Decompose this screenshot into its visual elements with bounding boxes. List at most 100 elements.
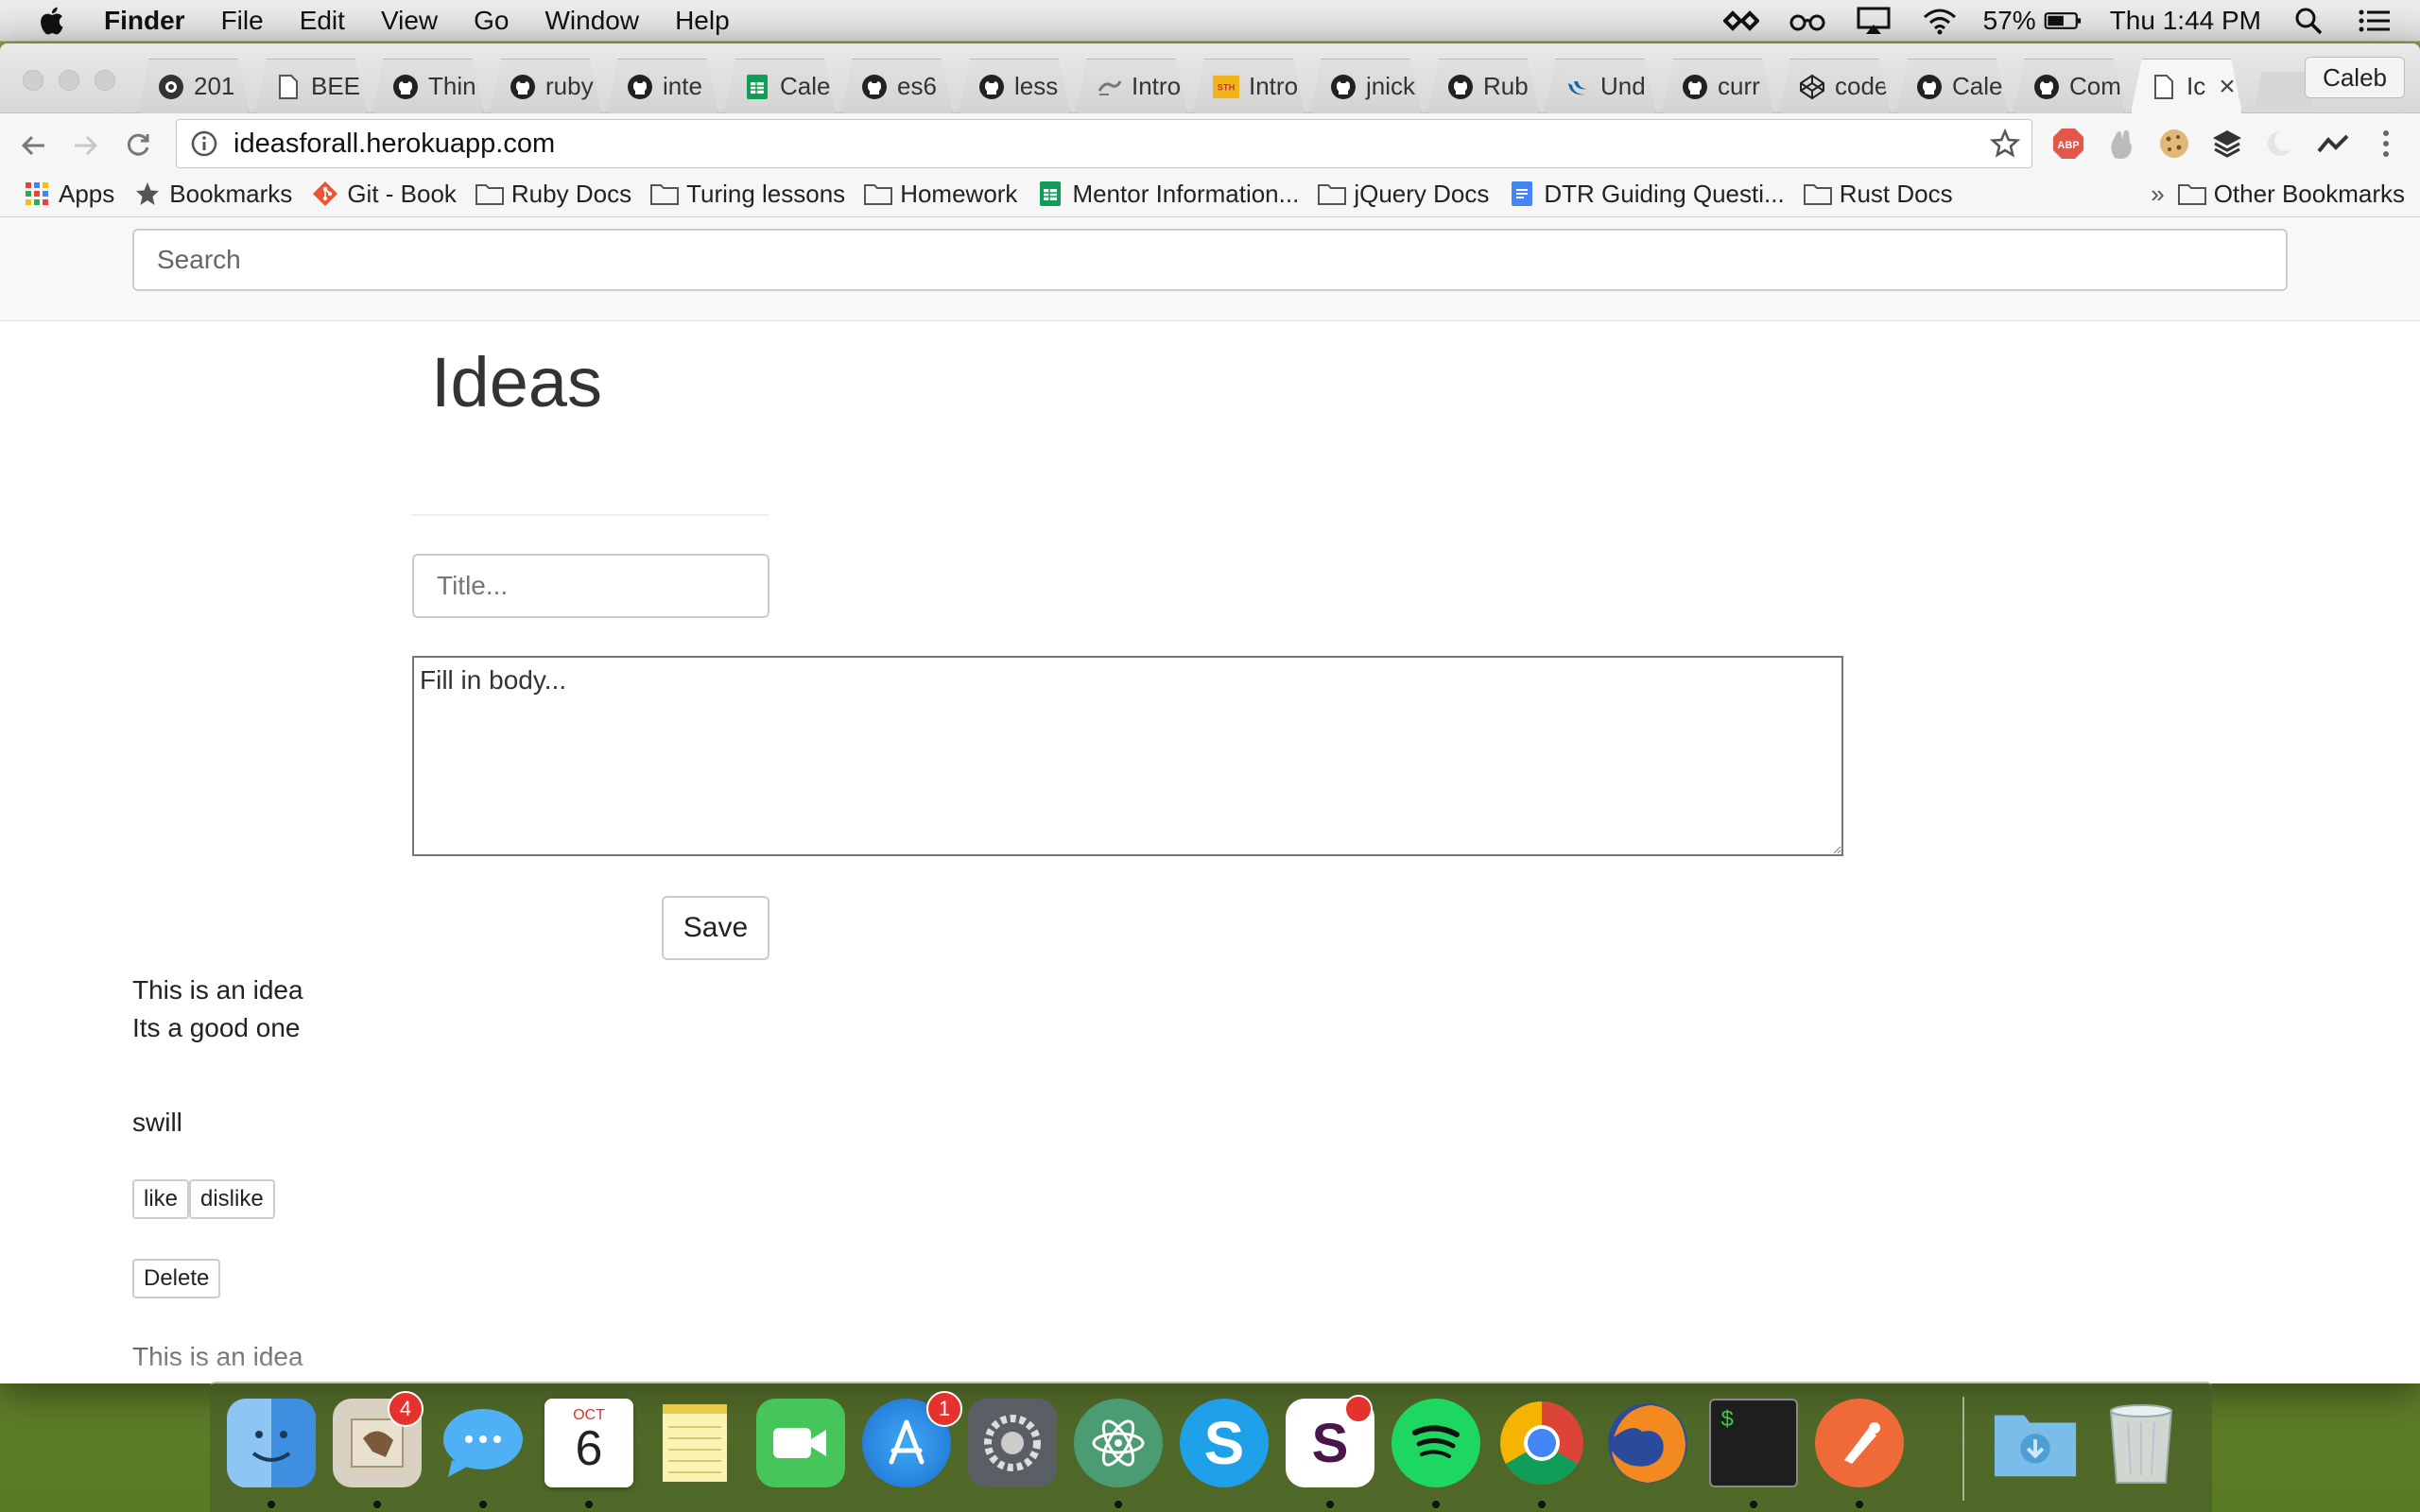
trash-dock-icon[interactable] [2097, 1399, 2186, 1487]
svg-text:ABP: ABP [2057, 140, 2079, 151]
moon-extension-icon[interactable] [2261, 125, 2299, 163]
menubar-clock[interactable]: Thu 1:44 PM [2110, 6, 2261, 36]
finder-dock-icon[interactable] [227, 1399, 316, 1487]
downloads-folder-dock-icon[interactable] [1991, 1399, 2080, 1487]
layers-extension-icon[interactable] [2208, 125, 2246, 163]
chrome-dock-icon[interactable] [1497, 1399, 1586, 1487]
bookmark-star-icon[interactable] [1990, 129, 2020, 159]
tab-title: BEE [311, 72, 361, 100]
menu-view[interactable]: View [381, 6, 438, 36]
skype-dock-icon[interactable]: S [1180, 1399, 1269, 1487]
close-tab-icon[interactable]: × [2219, 71, 2236, 103]
reload-button[interactable] [117, 125, 159, 166]
zoom-window-button[interactable] [95, 70, 115, 91]
system-preferences-dock-icon[interactable] [968, 1399, 1057, 1487]
apple-menu-icon[interactable] [36, 4, 70, 38]
bookmark-item[interactable]: jQuery Docs [1318, 180, 1489, 209]
calendar-dock-icon[interactable]: OCT 6 [544, 1399, 633, 1487]
postman-dock-icon[interactable] [1815, 1399, 1904, 1487]
bookmark-item[interactable]: Rust Docs [1803, 180, 1953, 209]
back-button[interactable] [13, 125, 55, 166]
menu-file[interactable]: File [221, 6, 264, 36]
forward-button[interactable] [64, 125, 106, 166]
bookmark-item[interactable]: Turing lessons [650, 180, 845, 209]
airplay-icon[interactable] [1855, 6, 1893, 36]
tab[interactable]: Intro [1076, 59, 1187, 113]
facetime-dock-icon[interactable] [756, 1399, 845, 1487]
github-icon [392, 74, 419, 100]
tab[interactable]: STH Intro [1193, 59, 1305, 113]
tab[interactable]: jnick [1310, 59, 1422, 113]
idea-body-input[interactable] [412, 656, 1843, 856]
tab-title: Com [2069, 72, 2121, 100]
bookmark-label: Ruby Docs [510, 179, 632, 208]
tab[interactable]: es6 [841, 59, 953, 113]
menu-go[interactable]: Go [474, 6, 509, 36]
folder-icon [1803, 181, 1832, 206]
trend-extension-icon[interactable] [2314, 125, 2352, 163]
tab-title: less [1014, 72, 1059, 100]
bookmark-item[interactable]: Ruby Docs [475, 180, 631, 209]
cookie-extension-icon[interactable] [2155, 125, 2193, 163]
forward-arrow-icon [75, 135, 98, 156]
tab[interactable]: code [1779, 59, 1891, 113]
menu-window[interactable]: Window [544, 6, 639, 36]
messages-dock-icon[interactable] [439, 1399, 527, 1487]
terminal-dock-icon[interactable]: $ [1709, 1399, 1798, 1487]
menu-edit[interactable]: Edit [300, 6, 345, 36]
folder-icon [650, 181, 680, 206]
notification-center-icon[interactable] [2356, 6, 2394, 36]
address-bar[interactable]: ideasforall.herokuapp.com [176, 119, 2032, 168]
bookmarks-overflow-chevron[interactable]: » [2151, 180, 2164, 209]
bookmark-item[interactable]: Apps [23, 180, 114, 209]
tab[interactable]: BEE [255, 59, 367, 113]
firefox-dock-icon[interactable] [1603, 1399, 1692, 1487]
atom-dock-icon[interactable] [1074, 1399, 1163, 1487]
tab[interactable]: 201 [138, 59, 250, 113]
bookmark-label: Apps [59, 179, 115, 208]
like-button[interactable]: like [132, 1179, 190, 1219]
tab[interactable]: Und [1545, 59, 1656, 113]
bookmark-item[interactable]: Mentor Information... [1036, 180, 1299, 209]
minimize-window-button[interactable] [59, 70, 79, 91]
battery-icon[interactable] [2044, 6, 2082, 36]
wifi-icon[interactable] [1921, 6, 1959, 36]
glasses-icon[interactable] [1789, 6, 1826, 36]
tab[interactable]: less [959, 59, 1070, 113]
idea-title-input[interactable] [412, 554, 769, 618]
tab[interactable]: Cale [724, 59, 836, 113]
chrome-menu-icon[interactable] [2367, 125, 2405, 163]
close-window-button[interactable] [23, 70, 43, 91]
tab[interactable]: Cale [1896, 59, 2008, 113]
spotify-dock-icon[interactable] [1392, 1399, 1480, 1487]
bookmark-item[interactable]: Homework [864, 180, 1017, 209]
dislike-button[interactable]: dislike [189, 1179, 275, 1219]
tab[interactable]: curr [1662, 59, 1773, 113]
tab[interactable]: Thin [372, 59, 484, 113]
menu-help[interactable]: Help [675, 6, 730, 36]
tab-active[interactable]: Ic × [2131, 59, 2242, 113]
dropbox-status-icon[interactable] [1722, 6, 1760, 36]
app-store-badge: 1 [926, 1391, 962, 1427]
tab[interactable]: inte [607, 59, 718, 113]
save-button[interactable]: Save [662, 896, 769, 960]
profile-button[interactable]: Caleb [2305, 57, 2405, 98]
site-info-icon[interactable] [190, 129, 218, 158]
tab-title: inte [663, 72, 702, 100]
tab[interactable]: Rub [1427, 59, 1539, 113]
bookmark-item[interactable]: Bookmarks [133, 180, 292, 209]
idea-body: Its a good one [132, 1013, 301, 1042]
hand-extension-icon[interactable] [2102, 125, 2140, 163]
tab[interactable]: ruby [490, 59, 601, 113]
other-bookmarks[interactable]: Other Bookmarks [2177, 180, 2405, 209]
adblock-plus-icon[interactable]: ABP [2049, 125, 2087, 163]
delete-button[interactable]: Delete [132, 1259, 221, 1298]
tab[interactable]: Com [2014, 59, 2125, 113]
menu-finder[interactable]: Finder [104, 6, 185, 36]
search-input[interactable] [132, 229, 2288, 291]
notes-dock-icon[interactable] [650, 1399, 739, 1487]
spotlight-search-icon[interactable] [2290, 6, 2327, 36]
bookmark-item[interactable]: DTR Guiding Questi... [1508, 180, 1785, 209]
bookmark-item[interactable]: Git - Book [311, 180, 457, 209]
search-bar [0, 217, 2420, 321]
